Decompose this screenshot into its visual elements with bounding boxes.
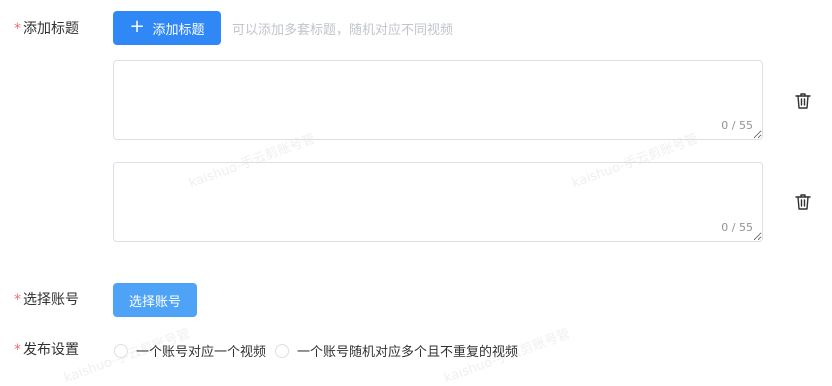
radio-one-account-multiple-videos[interactable]: 一个账号随机对应多个且不重复的视频 [275, 341, 518, 360]
plus-icon: + [129, 16, 145, 37]
publish-mode-radio-group: 一个账号对应一个视频 一个账号随机对应多个且不重复的视频 [114, 341, 527, 360]
required-mark: * [14, 21, 21, 37]
title-label: * 添加标题 [14, 19, 79, 39]
title-textarea-2[interactable] [113, 162, 763, 242]
account-label-text: 选择账号 [23, 292, 79, 308]
radio-one-account-one-video[interactable]: 一个账号对应一个视频 [114, 341, 266, 360]
add-title-button-label: 添加标题 [152, 22, 205, 38]
select-account-button[interactable]: 选择账号 [113, 283, 197, 317]
title-textarea-1[interactable] [113, 60, 763, 140]
title-label-text: 添加标题 [23, 21, 79, 37]
radio-circle[interactable] [275, 343, 290, 358]
add-title-hint: 可以添加多套标题，随机对应不同视频 [232, 23, 454, 38]
radio-circle[interactable] [114, 343, 128, 358]
required-mark: * [14, 292, 21, 308]
trash-icon[interactable] [793, 91, 813, 111]
add-title-button[interactable]: + 添加标题 [113, 11, 221, 45]
account-label: * 选择账号 [14, 290, 79, 310]
title-textarea-wrapper-1: 0 / 55 [113, 60, 763, 140]
required-mark: * [14, 342, 21, 358]
radio-label: 一个账号随机对应多个且不重复的视频 [297, 345, 519, 360]
radio-label: 一个账号对应一个视频 [136, 345, 267, 360]
trash-icon[interactable] [793, 192, 813, 212]
publish-settings-label-text: 发布设置 [23, 342, 79, 358]
publish-settings-label: * 发布设置 [14, 340, 79, 360]
select-account-button-label: 选择账号 [128, 294, 181, 310]
title-textarea-wrapper-2: 0 / 55 [113, 162, 763, 242]
